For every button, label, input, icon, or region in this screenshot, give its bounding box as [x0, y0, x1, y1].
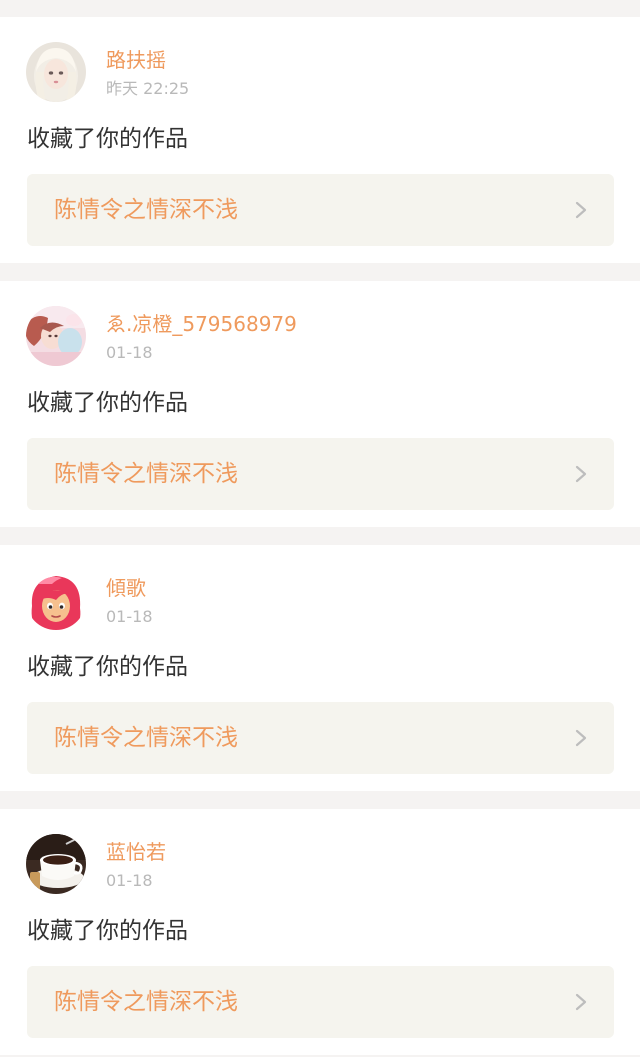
action-text: 收藏了你的作品 — [27, 126, 188, 152]
work-link[interactable]: 陈情令之情深不浅 — [27, 174, 614, 246]
avatar[interactable] — [26, 834, 86, 894]
chevron-right-icon — [575, 993, 587, 1011]
username[interactable]: ゑ.凉橙_579568979 — [106, 312, 297, 336]
avatar[interactable] — [26, 306, 86, 366]
action-text: 收藏了你的作品 — [27, 918, 188, 944]
work-link[interactable]: 陈情令之情深不浅 — [27, 438, 614, 510]
notification-card: ゑ.凉橙_579568979 01-18 收藏了你的作品 陈情令之情深不浅 — [0, 281, 640, 527]
notification-card: 傾歌 01-18 收藏了你的作品 陈情令之情深不浅 — [0, 545, 640, 791]
work-title: 陈情令之情深不浅 — [54, 461, 238, 487]
work-title: 陈情令之情深不浅 — [54, 197, 238, 223]
pink-girl-avatar-icon — [26, 306, 86, 366]
username[interactable]: 路扶摇 — [106, 48, 166, 72]
doll-avatar-icon — [26, 42, 86, 102]
cartoon-girl-avatar-icon — [26, 570, 86, 630]
chevron-right-icon — [575, 729, 587, 747]
notification-feed: 路扶摇 昨天 22:25 收藏了你的作品 陈情令之情深不浅 ゑ.凉橙_57956… — [0, 0, 640, 1057]
work-title: 陈情令之情深不浅 — [54, 989, 238, 1015]
timestamp: 昨天 22:25 — [106, 79, 190, 98]
chevron-right-icon — [575, 465, 587, 483]
notification-card: 路扶摇 昨天 22:25 收藏了你的作品 陈情令之情深不浅 — [0, 17, 640, 263]
work-link[interactable]: 陈情令之情深不浅 — [27, 702, 614, 774]
avatar[interactable] — [26, 570, 86, 630]
action-text: 收藏了你的作品 — [27, 390, 188, 416]
action-text: 收藏了你的作品 — [27, 654, 188, 680]
username[interactable]: 蓝怡若 — [106, 840, 166, 864]
timestamp: 01-18 — [106, 607, 153, 626]
timestamp: 01-18 — [106, 343, 153, 362]
work-link[interactable]: 陈情令之情深不浅 — [27, 966, 614, 1038]
username[interactable]: 傾歌 — [106, 576, 146, 600]
coffee-avatar-icon — [26, 834, 86, 894]
chevron-right-icon — [575, 201, 587, 219]
timestamp: 01-18 — [106, 871, 153, 890]
work-title: 陈情令之情深不浅 — [54, 725, 238, 751]
notification-card: 蓝怡若 01-18 收藏了你的作品 陈情令之情深不浅 — [0, 809, 640, 1055]
avatar[interactable] — [26, 42, 86, 102]
